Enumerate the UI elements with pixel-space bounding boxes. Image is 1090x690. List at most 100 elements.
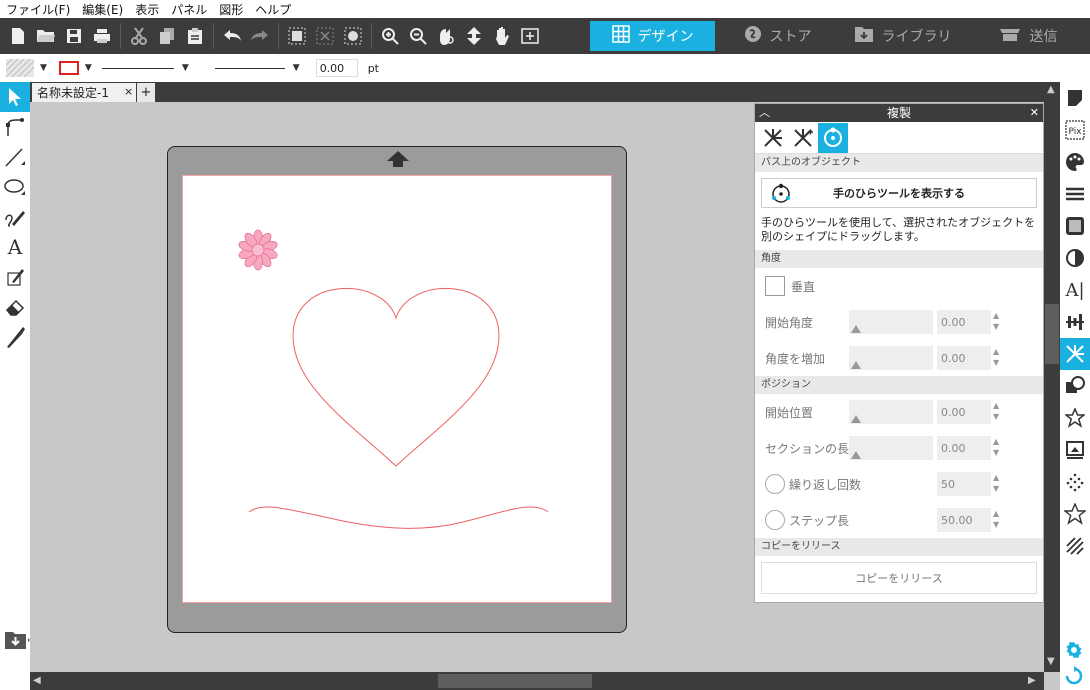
ungroup-icon[interactable]: [311, 21, 339, 51]
horizontal-scroll-thumb[interactable]: [438, 674, 592, 688]
menu-shape[interactable]: 図形: [219, 1, 243, 18]
undo-icon[interactable]: [218, 21, 246, 51]
horizontal-scrollbar[interactable]: ◀ ▶: [30, 672, 1044, 690]
edit-points-tool[interactable]: [0, 112, 30, 142]
zoom-out-icon[interactable]: [404, 21, 432, 51]
start-position-input[interactable]: 0.00: [937, 400, 991, 424]
select-tool[interactable]: [0, 82, 30, 112]
star-outline-button[interactable]: [1060, 498, 1090, 530]
vertical-scroll-thumb[interactable]: [1045, 304, 1059, 364]
line-style-selector[interactable]: ▼: [101, 63, 195, 73]
spinner-icon[interactable]: ▲ ▼: [993, 508, 999, 530]
slider-handle[interactable]: [851, 361, 861, 369]
tab-send[interactable]: 送信: [965, 21, 1090, 51]
line-width-input[interactable]: 0.00: [315, 59, 358, 77]
flower-shape[interactable]: [238, 229, 279, 271]
modify-button[interactable]: [1060, 370, 1090, 402]
slider-handle[interactable]: [851, 415, 861, 423]
line-style-button[interactable]: [1060, 178, 1090, 210]
angle-increment-input[interactable]: 0.00: [937, 346, 991, 370]
repeat-count-input[interactable]: 50: [937, 472, 991, 496]
close-icon[interactable]: ✕: [1030, 104, 1039, 122]
curve-path[interactable]: [248, 506, 549, 529]
hatch-button[interactable]: [1060, 530, 1090, 562]
line-cap-selector[interactable]: ▼: [214, 63, 306, 73]
paste-icon[interactable]: [181, 21, 209, 51]
spinner-icon[interactable]: ▲ ▼: [993, 436, 999, 458]
angle-increment-slider[interactable]: [849, 346, 933, 370]
scroll-left-icon[interactable]: ◀: [33, 675, 41, 686]
align-button[interactable]: [1060, 306, 1090, 338]
step-length-radio[interactable]: [765, 510, 785, 530]
menu-view[interactable]: 表示: [135, 1, 159, 18]
close-icon[interactable]: ×: [124, 85, 133, 98]
sketch-button[interactable]: [1060, 466, 1090, 498]
ellipse-tool[interactable]: [0, 172, 30, 202]
line-color-selector[interactable]: ▼: [58, 61, 98, 75]
tab-design[interactable]: デザイン: [590, 21, 715, 51]
release-copies-button[interactable]: コピーをリリース: [761, 562, 1037, 594]
scroll-up-icon[interactable]: ▲: [1047, 84, 1055, 95]
slider-handle[interactable]: [851, 451, 861, 459]
section-length-slider[interactable]: [849, 436, 933, 460]
scroll-right-icon[interactable]: ▶: [1028, 675, 1036, 686]
spinner-icon[interactable]: ▲ ▼: [993, 400, 999, 422]
menu-help[interactable]: ヘルプ: [255, 1, 291, 18]
tab-advanced-replicate[interactable]: [788, 123, 818, 153]
new-file-icon[interactable]: [4, 21, 32, 51]
zoom-in-icon[interactable]: [376, 21, 404, 51]
start-angle-input[interactable]: 0.00: [937, 310, 991, 334]
show-hand-tool-button[interactable]: 手のひらツールを表示する: [761, 178, 1037, 208]
zoom-selection-icon[interactable]: [432, 21, 460, 51]
document-tab[interactable]: 名称未設定-1 ×: [32, 83, 136, 102]
tab-replicate[interactable]: [758, 123, 788, 153]
menu-panel[interactable]: パネル: [171, 1, 207, 18]
cut-icon[interactable]: [125, 21, 153, 51]
menu-file[interactable]: ファイル(F): [6, 1, 70, 18]
fill-pattern-selector[interactable]: ▼: [6, 59, 53, 77]
copy-icon[interactable]: [153, 21, 181, 51]
freehand-tool[interactable]: [0, 202, 30, 232]
menu-edit[interactable]: 編集(E): [82, 1, 123, 18]
spinner-icon[interactable]: ▲ ▼: [993, 310, 999, 332]
fit-page-icon[interactable]: [516, 21, 544, 51]
scroll-down-icon[interactable]: ▼: [1047, 656, 1055, 667]
design-page[interactable]: [182, 175, 612, 603]
eraser-tool[interactable]: [0, 292, 30, 322]
vertical-checkbox[interactable]: [765, 276, 785, 296]
section-length-input[interactable]: 0.00: [937, 436, 991, 460]
group-icon[interactable]: [283, 21, 311, 51]
vertical-scrollbar[interactable]: ▲ ▼: [1044, 82, 1060, 672]
start-position-slider[interactable]: [849, 400, 933, 424]
tab-library[interactable]: ライブラリ: [840, 21, 965, 51]
fill-pattern-button[interactable]: [1060, 210, 1090, 242]
move-icon[interactable]: [460, 21, 488, 51]
trace-button[interactable]: [1060, 434, 1090, 466]
open-folder-icon[interactable]: [32, 21, 60, 51]
replicate-button[interactable]: [1060, 338, 1090, 370]
print-icon[interactable]: [88, 21, 116, 51]
slider-handle[interactable]: [851, 325, 861, 333]
fill-color-button[interactable]: [1060, 146, 1090, 178]
transparency-button[interactable]: [1060, 242, 1090, 274]
redo-icon[interactable]: [246, 21, 274, 51]
step-length-input[interactable]: 50.00: [937, 508, 991, 532]
start-angle-slider[interactable]: [849, 310, 933, 334]
tab-store[interactable]: ストア: [715, 21, 840, 51]
save-icon[interactable]: [60, 21, 88, 51]
knife-tool[interactable]: [0, 262, 30, 292]
page-setup-button[interactable]: [1060, 82, 1090, 114]
line-tool[interactable]: [0, 142, 30, 172]
heart-shape[interactable]: [292, 288, 500, 467]
pen-knife-tool[interactable]: [0, 322, 30, 352]
spinner-icon[interactable]: ▲ ▼: [993, 346, 999, 368]
library-star-button[interactable]: [1060, 402, 1090, 434]
spinner-icon[interactable]: ▲ ▼: [993, 472, 999, 494]
sync-icon[interactable]: [1064, 666, 1086, 686]
settings-gear-icon[interactable]: [1064, 640, 1086, 660]
add-document-button[interactable]: +: [137, 83, 155, 102]
pixscan-button[interactable]: Pix: [1060, 114, 1090, 146]
collapse-chevron-icon[interactable]: ︿: [759, 104, 770, 122]
fill-icon[interactable]: [339, 21, 367, 51]
text-tool[interactable]: A: [0, 232, 30, 262]
